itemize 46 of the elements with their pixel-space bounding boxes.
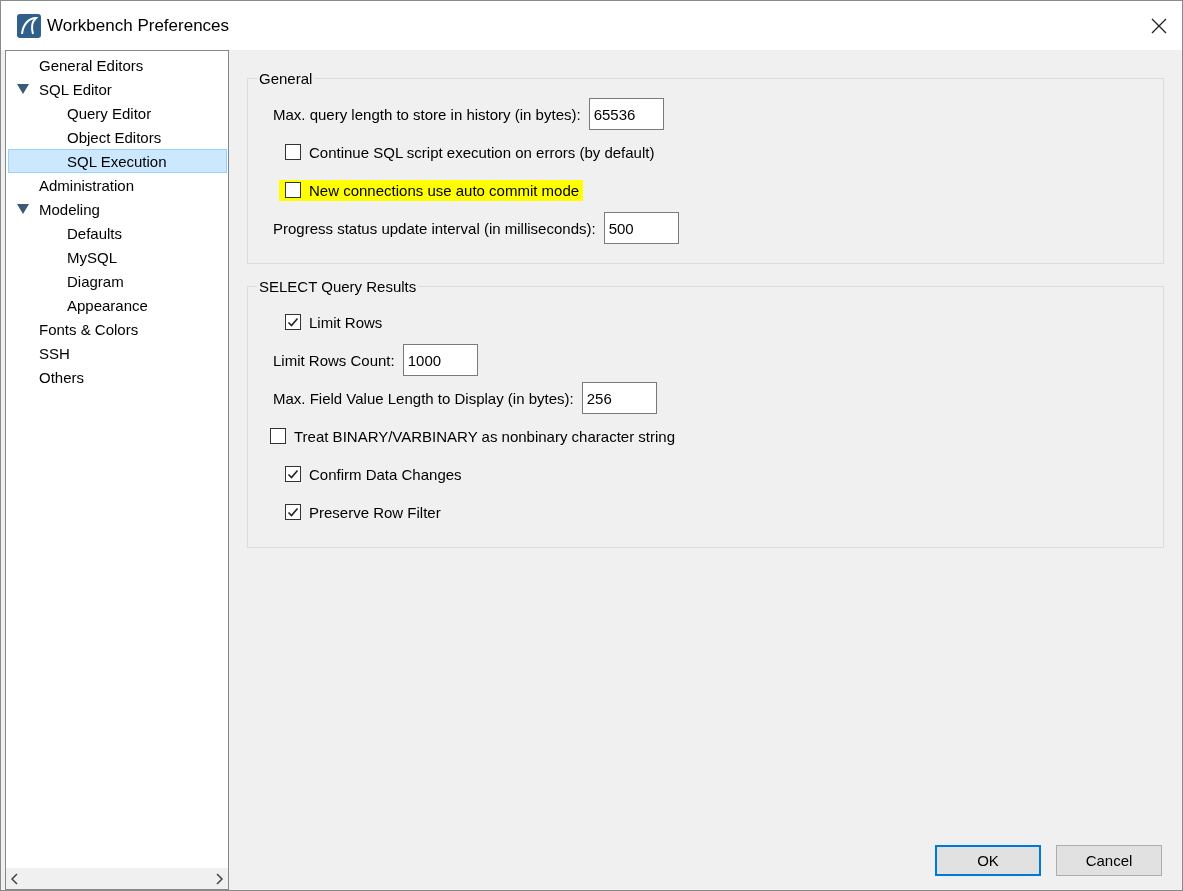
sidebar-item[interactable]: SQL Execution bbox=[8, 149, 227, 173]
expanded-triangle-icon[interactable] bbox=[17, 84, 29, 94]
window-title: Workbench Preferences bbox=[47, 15, 231, 36]
checkbox[interactable] bbox=[285, 466, 301, 482]
field-label: Progress status update interval (in milliseconds): bbox=[273, 219, 596, 237]
field-label: Max. Field Value Length to Display (in bytes): bbox=[273, 389, 574, 407]
checkbox-label: Confirm Data Changes bbox=[309, 465, 462, 483]
sidebar-item[interactable]: Appearance bbox=[8, 293, 227, 317]
sidebar-item[interactable]: Defaults bbox=[8, 221, 227, 245]
field-label: Max. query length to store in history (in bytes): bbox=[273, 105, 581, 123]
checkbox[interactable] bbox=[285, 504, 301, 520]
scroll-right-icon[interactable] bbox=[216, 872, 224, 885]
checkbox[interactable] bbox=[270, 428, 286, 444]
close-icon[interactable] bbox=[1151, 17, 1167, 34]
input-field[interactable]: 256 bbox=[581, 382, 657, 414]
horizontal-scrollbar[interactable] bbox=[6, 868, 228, 889]
sidebar-item[interactable]: SQL Editor bbox=[8, 77, 227, 101]
group-title: SELECT Query Results bbox=[258, 278, 418, 295]
dialog-button[interactable]: OK bbox=[935, 845, 1041, 876]
sidebar-item[interactable]: Query Editor bbox=[8, 101, 227, 125]
checkbox[interactable] bbox=[285, 144, 301, 160]
checkbox-label: Limit Rows bbox=[309, 313, 383, 331]
group-title: General bbox=[258, 70, 314, 87]
expanded-triangle-icon[interactable] bbox=[17, 204, 29, 214]
dialog-button[interactable]: Cancel bbox=[1056, 845, 1162, 876]
checkbox-label: New connections use auto commit mode bbox=[309, 181, 580, 199]
checkbox-label: Treat BINARY/VARBINARY as nonbinary character string bbox=[294, 427, 675, 445]
sidebar-item[interactable]: Others bbox=[8, 365, 227, 389]
field-label: Limit Rows Count: bbox=[273, 351, 395, 369]
app-icon bbox=[17, 13, 41, 38]
sidebar-item[interactable]: General Editors bbox=[8, 53, 227, 77]
checkbox[interactable] bbox=[285, 314, 301, 330]
sidebar-item[interactable]: Modeling bbox=[8, 197, 227, 221]
input-field[interactable]: 500 bbox=[603, 212, 679, 244]
sidebar-item[interactable]: Diagram bbox=[8, 269, 227, 293]
scroll-left-icon[interactable] bbox=[10, 872, 18, 885]
input-field[interactable]: 1000 bbox=[402, 344, 478, 376]
sidebar-item[interactable]: Administration bbox=[8, 173, 227, 197]
sidebar-item[interactable]: Fonts & Colors bbox=[8, 317, 227, 341]
checkbox-label: Preserve Row Filter bbox=[309, 503, 441, 521]
checkbox-label: Continue SQL script execution on errors (by default) bbox=[309, 143, 655, 161]
sidebar-item[interactable]: SSH bbox=[8, 341, 227, 365]
input-field[interactable]: 65536 bbox=[588, 98, 664, 130]
sidebar-item[interactable]: MySQL bbox=[8, 245, 227, 269]
sidebar-item[interactable]: Object Editors bbox=[8, 125, 227, 149]
checkbox[interactable] bbox=[285, 182, 301, 198]
